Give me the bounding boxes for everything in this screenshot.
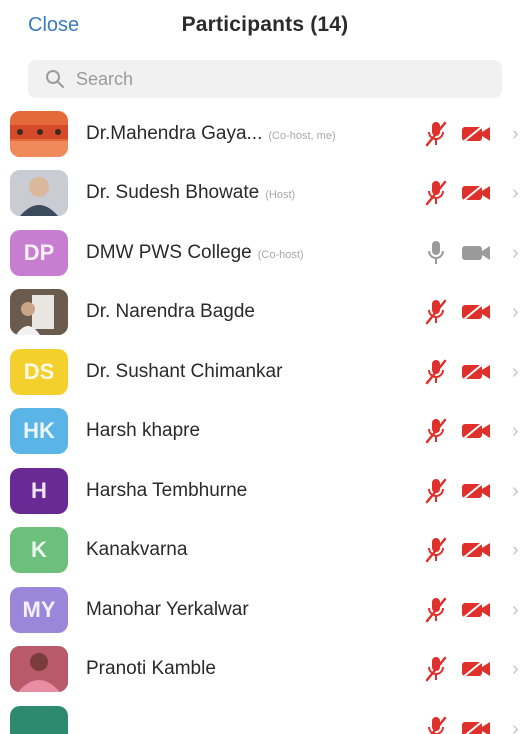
participant-row[interactable]: › bbox=[0, 699, 530, 734]
chevron-right-icon[interactable]: › bbox=[512, 420, 526, 442]
participant-name: Kanakvarna bbox=[86, 539, 188, 561]
chevron-right-icon[interactable]: › bbox=[512, 539, 526, 561]
participant-name: Harsh khapre bbox=[86, 420, 201, 442]
avatar-initials: MY bbox=[22, 596, 56, 622]
participant-name-wrap: Manohar Yerkalwar bbox=[86, 599, 420, 621]
chevron-right-icon[interactable]: › bbox=[512, 361, 526, 383]
search-bar[interactable] bbox=[28, 60, 502, 98]
chevron-right-icon[interactable]: › bbox=[512, 242, 526, 264]
participant-list: Dr.Mahendra Gaya... (Co-host, me) › Dr. S… bbox=[0, 104, 530, 734]
avatar-initials: K bbox=[31, 537, 47, 563]
video-off-icon[interactable] bbox=[460, 301, 492, 323]
avatar: DS bbox=[10, 348, 68, 395]
participant-row[interactable]: K Kanakvarna › bbox=[0, 521, 530, 581]
avatar: H bbox=[10, 467, 68, 514]
video-off-icon[interactable] bbox=[460, 361, 492, 383]
participant-role: (Co-host, me) bbox=[268, 129, 336, 142]
video-off-icon[interactable] bbox=[460, 539, 492, 561]
mic-muted-icon[interactable] bbox=[424, 596, 448, 624]
search-input[interactable] bbox=[74, 67, 438, 91]
participant-name-wrap: Dr. Sushant Chimankar bbox=[86, 361, 420, 383]
video-off-icon[interactable] bbox=[460, 718, 492, 734]
video-off-icon[interactable] bbox=[460, 123, 492, 145]
participant-row[interactable]: Dr. Narendra Bagde › bbox=[0, 283, 530, 343]
avatar bbox=[10, 110, 68, 157]
video-off-icon[interactable] bbox=[460, 420, 492, 442]
avatar: DP bbox=[10, 229, 68, 276]
mic-icon[interactable] bbox=[424, 239, 448, 267]
participant-name: Manohar Yerkalwar bbox=[86, 598, 249, 620]
avatar bbox=[10, 289, 68, 336]
participant-name-wrap: DMW PWS College (Co-host) bbox=[86, 242, 420, 264]
participant-name: Dr. Narendra Bagde bbox=[86, 301, 255, 323]
participant-row[interactable]: Dr. Sudesh Bhowate (Host) › bbox=[0, 164, 530, 224]
participant-name: Dr. Sushant Chimankar bbox=[86, 360, 283, 382]
mic-muted-icon[interactable] bbox=[424, 358, 448, 386]
participant-name: DMW PWS College bbox=[86, 241, 252, 263]
participant-name-wrap: Kanakvarna bbox=[86, 539, 420, 561]
participant-name-wrap: Harsh khapre bbox=[86, 420, 420, 442]
avatar-initials: DS bbox=[23, 358, 55, 384]
video-off-icon[interactable] bbox=[460, 658, 492, 680]
avatar-initials: DP bbox=[23, 239, 55, 265]
participant-row[interactable]: MY Manohar Yerkalwar › bbox=[0, 580, 530, 640]
mic-muted-icon[interactable] bbox=[424, 417, 448, 445]
page-title: Participants (14) bbox=[181, 13, 349, 36]
mic-muted-icon[interactable] bbox=[424, 179, 448, 207]
avatar: MY bbox=[10, 586, 68, 633]
chevron-right-icon[interactable]: › bbox=[512, 480, 526, 502]
participant-name: Dr.Mahendra Gaya... bbox=[86, 122, 263, 144]
avatar: K bbox=[10, 527, 68, 574]
participant-name: Harsha Tembhurne bbox=[86, 479, 248, 501]
chevron-right-icon[interactable]: › bbox=[512, 718, 526, 734]
chevron-right-icon[interactable]: › bbox=[512, 182, 526, 204]
mic-muted-icon[interactable] bbox=[424, 120, 448, 148]
participant-row[interactable]: DS Dr. Sushant Chimankar › bbox=[0, 342, 530, 402]
video-off-icon[interactable] bbox=[460, 480, 492, 502]
video-off-icon[interactable] bbox=[460, 599, 492, 621]
avatar-initials: HK bbox=[23, 418, 55, 444]
participant-row[interactable]: Dr.Mahendra Gaya... (Co-host, me) › bbox=[0, 104, 530, 164]
mic-muted-icon[interactable] bbox=[424, 477, 448, 505]
participant-name-wrap: Dr. Narendra Bagde bbox=[86, 301, 420, 323]
participant-name-wrap: Dr.Mahendra Gaya... (Co-host, me) bbox=[86, 123, 420, 145]
mic-muted-icon[interactable] bbox=[424, 655, 448, 683]
participant-name-wrap: Pranoti Kamble bbox=[86, 658, 420, 680]
mic-muted-icon[interactable] bbox=[424, 715, 448, 734]
video-camera-icon[interactable] bbox=[460, 242, 492, 264]
chevron-right-icon[interactable]: › bbox=[512, 301, 526, 323]
participant-role: (Co-host) bbox=[257, 248, 304, 261]
participant-name: Pranoti Kamble bbox=[86, 658, 216, 680]
chevron-right-icon[interactable]: › bbox=[512, 599, 526, 621]
avatar: HK bbox=[10, 408, 68, 455]
participant-row[interactable]: Pranoti Kamble › bbox=[0, 640, 530, 700]
chevron-right-icon[interactable]: › bbox=[512, 123, 526, 145]
avatar bbox=[10, 170, 68, 217]
participant-role: (Host) bbox=[265, 189, 296, 202]
avatar bbox=[10, 646, 68, 693]
chevron-right-icon[interactable]: › bbox=[512, 658, 526, 680]
video-off-icon[interactable] bbox=[460, 182, 492, 204]
avatar bbox=[10, 705, 68, 734]
mic-muted-icon[interactable] bbox=[424, 298, 448, 326]
participant-row[interactable]: HK Harsh khapre › bbox=[0, 402, 530, 462]
mic-muted-icon[interactable] bbox=[424, 536, 448, 564]
participant-name: Dr. Sudesh Bhowate bbox=[86, 182, 260, 204]
avatar-initials: H bbox=[31, 477, 47, 503]
participant-row[interactable]: DP DMW PWS College (Co-host) › bbox=[0, 223, 530, 283]
participants-screen: Close Participants (14) Dr.Mahendra Gaya… bbox=[0, 0, 530, 734]
participant-row[interactable]: H Harsha Tembhurne › bbox=[0, 461, 530, 521]
participant-name-wrap: Harsha Tembhurne bbox=[86, 480, 420, 502]
search-icon bbox=[44, 68, 66, 90]
top-bar: Close Participants (14) bbox=[0, 0, 530, 58]
participant-name-wrap: Dr. Sudesh Bhowate (Host) bbox=[86, 182, 420, 204]
